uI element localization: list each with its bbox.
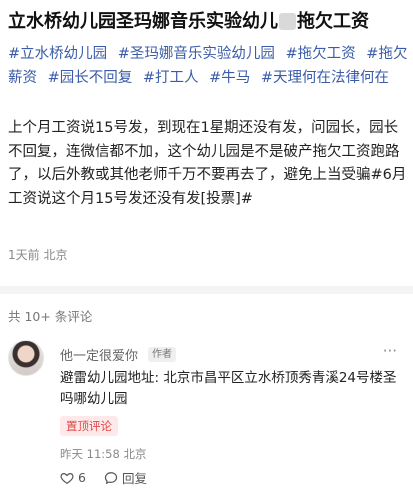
reply-label: 回复 (121, 471, 147, 486)
pinned-badge: 置顶评论 (60, 416, 118, 436)
more-options-icon[interactable]: ··· (383, 342, 397, 360)
tag-link[interactable]: #园长不回复 (48, 70, 133, 86)
tag-link[interactable]: #立水桥幼儿园 (8, 46, 107, 62)
tag-link[interactable]: #圣玛娜音乐实验幼儿园 (118, 46, 275, 62)
tag-list: #立水桥幼儿园 #圣玛娜音乐实验幼儿园 #拖欠工资 #拖欠薪资 #园长不回复 #… (8, 42, 408, 90)
comment-actions: 6 回复 (60, 468, 165, 487)
post-title-before: 立水桥幼儿园圣玛娜音乐实验幼儿 (8, 11, 278, 32)
comment-username[interactable]: 他一定很爱你 (60, 345, 138, 364)
post-title: 立水桥幼儿园圣玛娜音乐实验幼儿 拖欠工资 (8, 4, 408, 40)
tag-link[interactable]: #拖欠工资 (286, 46, 356, 62)
section-divider (0, 286, 413, 294)
comment-bubble-icon (104, 471, 118, 484)
comment-time: 昨天 11:58 北京 (60, 447, 147, 461)
post-meta: 1天前 北京 (8, 248, 68, 262)
heart-icon (60, 472, 74, 484)
comment-item: 他一定很爱你 作者 ··· 避雷幼儿园地址: 北京市昌平区立水桥顶秀青溪24号楼… (0, 340, 413, 502)
comment-text: 避雷幼儿园地址: 北京市昌平区立水桥顶秀青溪24号楼圣吗哪幼儿园 (60, 370, 397, 407)
like-button[interactable]: 6 (60, 470, 86, 485)
tag-link[interactable]: #天理何在法律何在 (261, 70, 389, 86)
comment-count: 共 10+ 条评论 (8, 309, 93, 324)
avatar[interactable] (8, 340, 44, 376)
tag-link[interactable]: #牛马 (209, 70, 250, 86)
author-badge: 作者 (148, 347, 176, 362)
post-body: 上个月工资说15号发，到现在1星期还没有发，问园长，园长不回复，连微信都不加，这… (8, 120, 407, 207)
like-count: 6 (78, 470, 86, 485)
obscured-character (279, 13, 296, 30)
post-title-after: 拖欠工资 (297, 11, 369, 32)
reply-button[interactable]: 回复 (104, 468, 147, 487)
tag-link[interactable]: #打工人 (143, 70, 199, 86)
